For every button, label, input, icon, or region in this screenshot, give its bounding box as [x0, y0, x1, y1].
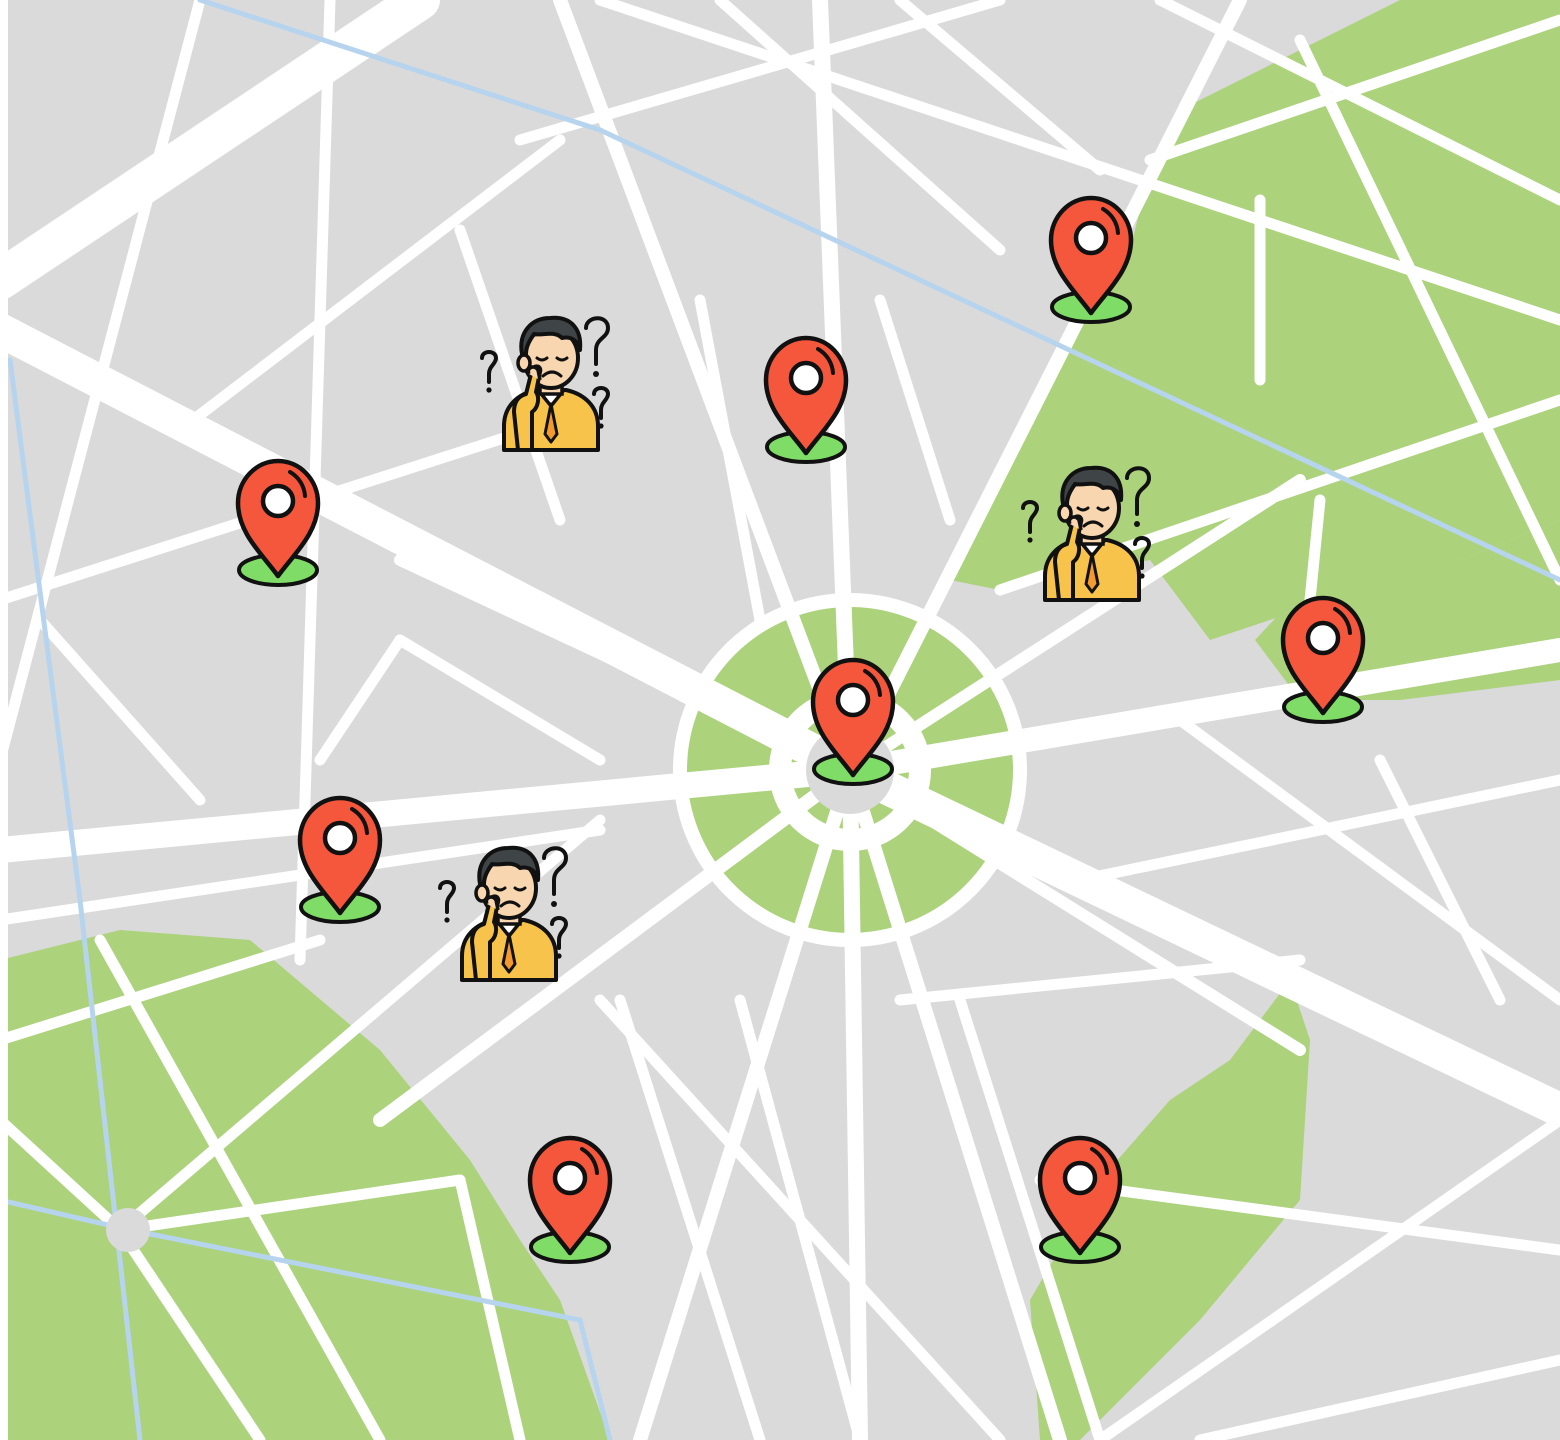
plaza	[106, 1208, 150, 1252]
left-border	[0, 0, 8, 1440]
location-pin-icon[interactable]	[530, 1138, 610, 1262]
location-pin-icon[interactable]	[813, 660, 893, 784]
city-map[interactable]	[0, 0, 1560, 1440]
location-pin-icon[interactable]	[1051, 198, 1131, 322]
location-pin-icon[interactable]	[1040, 1138, 1120, 1262]
location-pin-icon[interactable]	[300, 798, 380, 922]
location-pin-icon[interactable]	[238, 461, 318, 585]
location-pin-icon[interactable]	[1283, 598, 1363, 722]
location-pin-icon[interactable]	[766, 338, 846, 462]
